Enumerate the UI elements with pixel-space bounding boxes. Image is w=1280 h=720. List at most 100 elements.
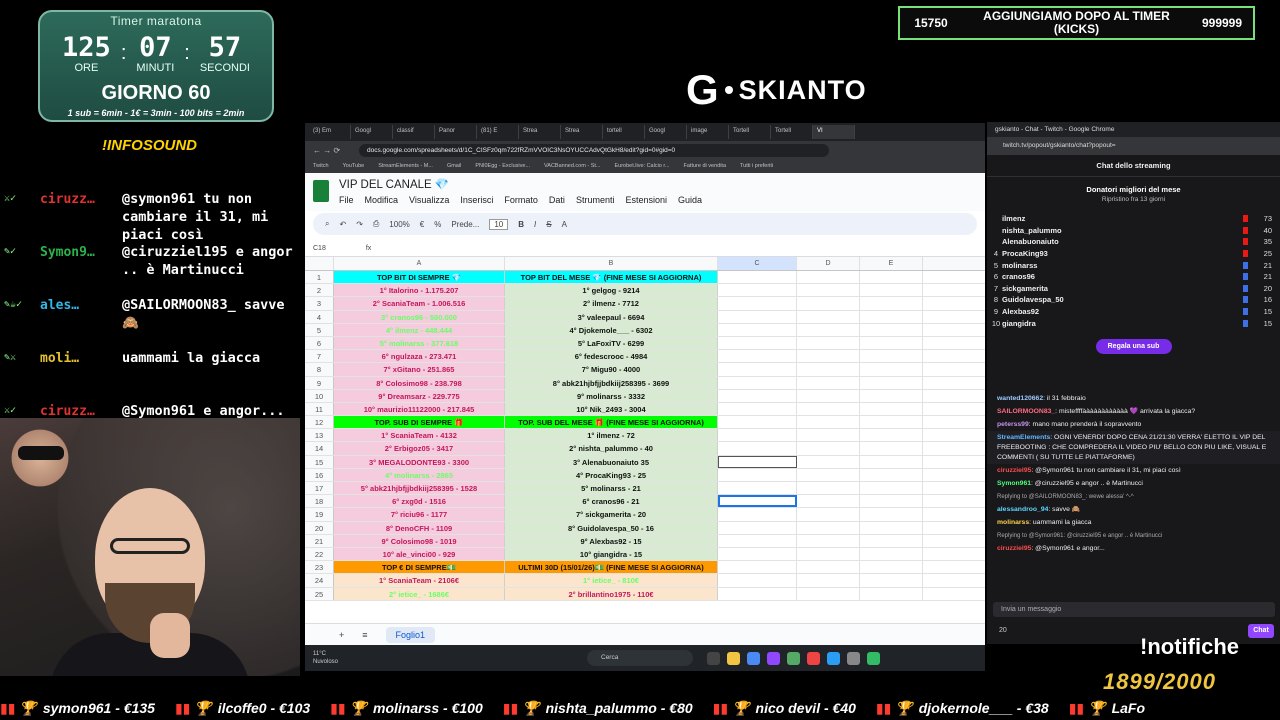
bookmark-link[interactable]: StreamElements - M... <box>378 163 433 169</box>
cell-c[interactable] <box>718 468 797 481</box>
row-number[interactable]: 23 <box>305 561 334 574</box>
cell-b[interactable]: 1° gelgog - 9214 <box>505 284 718 297</box>
cell-a[interactable]: 2° ScaniaTeam - 1.006.516 <box>334 297 505 310</box>
cell-c[interactable] <box>718 389 797 402</box>
menu-item[interactable]: File <box>339 195 354 205</box>
cell-b[interactable]: 9° Alexbas92 - 15 <box>505 534 718 547</box>
row-number[interactable]: 12 <box>305 416 334 429</box>
row-number[interactable]: 16 <box>305 468 334 481</box>
browser-tab[interactable]: image <box>687 125 729 139</box>
channel-points[interactable]: 20 <box>999 627 1007 634</box>
cell-c[interactable] <box>718 429 797 442</box>
cell-a[interactable]: TOP. SUB DI SEMPRE 🎁 <box>334 416 505 429</box>
cell-a[interactable]: 5° molinarss - 377.618 <box>334 336 505 350</box>
app-icon[interactable] <box>867 651 880 665</box>
chat-username[interactable]: alessandroo_94 <box>997 506 1048 513</box>
cell-a[interactable]: 5° abk21hjbfjjbdkiij258395 - 1528 <box>334 482 505 495</box>
cell-d[interactable] <box>797 363 860 376</box>
cell-a[interactable]: 2° ietice_ - 1686€ <box>334 587 505 600</box>
row-number[interactable]: 25 <box>305 587 334 600</box>
cell-d[interactable] <box>797 547 860 561</box>
twitch-icon[interactable] <box>767 651 780 665</box>
bookmark-link[interactable]: Tutti i preferiti <box>740 163 773 169</box>
cell-c[interactable] <box>718 310 797 323</box>
cell-a[interactable]: 9° Dreamsarz - 229.775 <box>334 389 505 402</box>
chat-username[interactable]: SAILORMOON83_ <box>997 408 1055 415</box>
cell-c[interactable] <box>718 534 797 547</box>
bookmark-link[interactable]: Twitch <box>313 163 329 169</box>
cell-e[interactable] <box>860 310 923 323</box>
cell-e[interactable] <box>860 574 923 587</box>
chat-line[interactable]: molinarss: uammami la giacca <box>987 516 1280 529</box>
row-number[interactable]: 17 <box>305 482 334 495</box>
cell-d[interactable] <box>797 297 860 310</box>
menu-item[interactable]: Strumenti <box>576 195 615 205</box>
browser-tab[interactable]: (3) Em <box>309 125 351 139</box>
row-number[interactable]: 6 <box>305 336 334 350</box>
cell-d[interactable] <box>797 508 860 521</box>
menu-item[interactable]: Inserisci <box>460 195 493 205</box>
cell-c[interactable] <box>718 561 797 574</box>
cell-c[interactable] <box>718 521 797 534</box>
cell-b[interactable]: 7° Migu90 - 4000 <box>505 363 718 376</box>
menu-item[interactable]: Estensioni <box>625 195 667 205</box>
cell-c[interactable] <box>718 350 797 363</box>
chat-username[interactable]: molinarss <box>997 519 1029 526</box>
cell-a[interactable]: 10° ale_vinci00 - 929 <box>334 547 505 561</box>
row-number[interactable]: 7 <box>305 350 334 363</box>
cell-a[interactable]: 4° ilmenz - 448.444 <box>334 323 505 336</box>
column-header-c[interactable]: C <box>718 257 797 270</box>
cell-d[interactable] <box>797 442 860 455</box>
chat-username[interactable]: ciruzziel95 <box>997 467 1031 474</box>
cell-b[interactable]: 1° ietice_ - 810€ <box>505 574 718 587</box>
cell-a[interactable]: TOP € DI SEMPRE💵 <box>334 561 505 574</box>
add-sheet-icon[interactable]: + <box>339 630 344 640</box>
cell-c[interactable] <box>718 508 797 521</box>
donor-row[interactable]: nishta_palummo 40 <box>987 225 1280 237</box>
cell-a[interactable]: 10° maurizio11122000 - 217.845 <box>334 402 505 416</box>
cell-e[interactable] <box>860 482 923 495</box>
cell-b[interactable]: 4° Djokemole___ - 6302 <box>505 323 718 336</box>
cell-d[interactable] <box>797 561 860 574</box>
chat-line[interactable]: peterss99: mano mano prenderà il sopravv… <box>987 418 1280 431</box>
print-icon[interactable]: ⎙ <box>373 219 379 229</box>
cell-e[interactable] <box>860 508 923 521</box>
cell-d[interactable] <box>797 521 860 534</box>
cell-b[interactable]: 9° molinarss - 3332 <box>505 389 718 402</box>
cell-c[interactable] <box>718 297 797 310</box>
cell-e[interactable] <box>860 547 923 561</box>
chat-line[interactable]: Replying to @SAILORMOON83_: wewe alessa'… <box>987 490 1280 503</box>
chat-url[interactable]: twitch.tv/popout/gskianto/chat?popout= <box>987 137 1280 155</box>
donor-row[interactable]: 6 cranos96 21 <box>987 271 1280 283</box>
currency-icon[interactable]: € <box>420 220 424 229</box>
chat-username[interactable]: Symon961 <box>997 480 1031 487</box>
cell-d[interactable] <box>797 534 860 547</box>
donor-row[interactable]: ilmenz 73 <box>987 213 1280 225</box>
cell-e[interactable] <box>860 455 923 468</box>
row-number[interactable]: 22 <box>305 547 334 561</box>
cell-e[interactable] <box>860 284 923 297</box>
cell-a[interactable]: TOP BIT DI SEMPRE 💎 <box>334 271 505 284</box>
donor-row[interactable]: 10 giangidra 15 <box>987 317 1280 329</box>
column-header-d[interactable]: D <box>797 257 860 270</box>
cell-c[interactable] <box>718 284 797 297</box>
menu-item[interactable]: Formato <box>504 195 538 205</box>
cell-c[interactable] <box>718 376 797 389</box>
chat-username[interactable]: wanted120662 <box>997 395 1043 402</box>
chat-username[interactable]: StreamElements <box>997 434 1050 441</box>
browser-tab[interactable]: Panor <box>435 125 477 139</box>
url-field[interactable]: docs.google.com/spreadsheets/d/1C_CISFz0… <box>359 143 829 157</box>
donor-row[interactable]: 8 Guidolavespa_50 16 <box>987 294 1280 306</box>
browser-tab[interactable]: Strea <box>561 125 603 139</box>
cell-e[interactable] <box>860 350 923 363</box>
cell-a[interactable]: 6° zxg0d - 1516 <box>334 495 505 508</box>
italic-icon[interactable]: I <box>534 220 536 229</box>
taskbar-search[interactable]: Cerca <box>587 650 693 666</box>
bookmark-link[interactable]: YouTube <box>343 163 365 169</box>
cell-b[interactable]: 8° abk21hjbfjjbdkiij258395 - 3699 <box>505 376 718 389</box>
task-view-icon[interactable] <box>707 651 720 665</box>
row-number[interactable]: 1 <box>305 271 334 284</box>
cell-d[interactable] <box>797 468 860 481</box>
cell-e[interactable] <box>860 561 923 574</box>
column-header-a[interactable]: A <box>334 257 505 270</box>
